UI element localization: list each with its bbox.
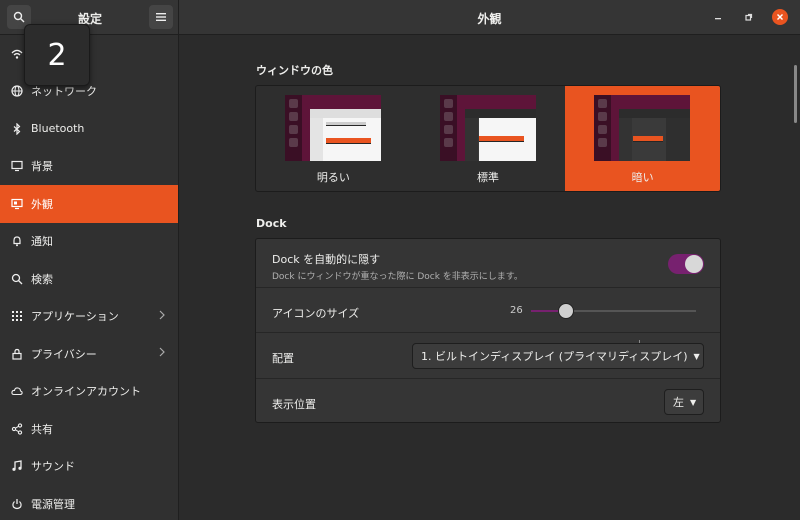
position-label: 表示位置 bbox=[272, 398, 316, 411]
icon-size-slider[interactable] bbox=[531, 303, 696, 345]
dropdown-arrow-icon: ▼ bbox=[693, 351, 700, 361]
theme-option-dark[interactable]: 暗い bbox=[565, 86, 720, 191]
window-color-chooser: 明るい 標準 暗い bbox=[255, 85, 721, 192]
chevron-right-icon bbox=[158, 347, 166, 360]
placement-label: 配置 bbox=[272, 352, 294, 365]
restore-icon bbox=[745, 13, 753, 21]
icon-size-row: アイコンのサイズ 26 bbox=[256, 288, 720, 345]
theme-preview-dark bbox=[594, 95, 691, 161]
slider-handle[interactable] bbox=[558, 303, 574, 319]
icon-size-value: 26 bbox=[510, 305, 523, 316]
autohide-label: Dock を自動的に隠す bbox=[272, 253, 381, 266]
autohide-row: Dock を自動的に隠す Dock にウィンドウが重なった際に Dock を非表… bbox=[256, 239, 720, 288]
theme-label: 明るい bbox=[316, 171, 350, 184]
sidebar-item-label: 背景 bbox=[31, 160, 53, 174]
theme-preview-light bbox=[285, 95, 381, 161]
sidebar-item-label: アプリケーション bbox=[31, 310, 119, 324]
search-icon bbox=[10, 272, 24, 286]
scrollbar[interactable] bbox=[794, 65, 797, 123]
dropdown-arrow-icon: ▼ bbox=[690, 397, 697, 407]
sidebar-item-power[interactable]: 電源管理 bbox=[0, 485, 178, 520]
sidebar-item-notifications[interactable]: 通知 bbox=[0, 223, 178, 261]
sidebar-item-label: 外観 bbox=[31, 197, 53, 211]
placement-value: 1. ビルトインディスプレイ (プライマリディスプレイ) bbox=[421, 350, 688, 363]
window-color-title: ウィンドウの色 bbox=[256, 64, 333, 77]
icon-size-label: アイコンのサイズ bbox=[272, 307, 360, 320]
minimize-icon bbox=[715, 18, 721, 20]
dock-settings-list: Dock を自動的に隠す Dock にウィンドウが重なった際に Dock を非表… bbox=[255, 238, 721, 423]
position-value: 左 bbox=[673, 396, 684, 409]
music-icon bbox=[10, 459, 24, 473]
close-icon bbox=[777, 14, 783, 20]
bluetooth-icon bbox=[10, 122, 24, 136]
maximize-button[interactable] bbox=[741, 9, 757, 25]
sidebar-item-sound[interactable]: サウンド bbox=[0, 448, 178, 486]
hamburger-icon bbox=[156, 13, 166, 21]
sidebar-item-label: オンラインアカウント bbox=[31, 385, 141, 399]
sidebar: ネットワーク Bluetooth 背景 外観 通知 検索 アプリケーション プラ… bbox=[0, 35, 179, 520]
wifi-icon bbox=[10, 47, 24, 61]
sidebar-item-privacy[interactable]: プライバシー bbox=[0, 335, 178, 373]
sidebar-item-sharing[interactable]: 共有 bbox=[0, 410, 178, 448]
bell-icon bbox=[10, 234, 24, 248]
share-icon bbox=[10, 422, 24, 436]
autohide-description: Dock にウィンドウが重なった際に Dock を非表示にします。 bbox=[272, 272, 523, 282]
sidebar-item-applications[interactable]: アプリケーション bbox=[0, 298, 178, 336]
theme-preview-standard bbox=[439, 95, 536, 161]
monitor-icon bbox=[10, 159, 24, 173]
position-row: 表示位置 左 ▼ bbox=[256, 380, 720, 425]
placement-row: 配置 1. ビルトインディスプレイ (プライマリディスプレイ) ▼ bbox=[256, 334, 720, 379]
main-panel: ウィンドウの色 明るい 標準 暗い Dock Dock を自動的に隠す Dock… bbox=[180, 35, 800, 520]
power-icon bbox=[10, 497, 24, 511]
sidebar-item-label: サウンド bbox=[31, 460, 75, 474]
workspace-indicator: 2 bbox=[24, 24, 90, 86]
theme-label: 標準 bbox=[477, 171, 499, 184]
sidebar-item-label: Bluetooth bbox=[31, 122, 85, 136]
globe-icon bbox=[10, 84, 24, 98]
search-icon bbox=[13, 11, 25, 23]
chevron-right-icon bbox=[158, 310, 166, 323]
sidebar-item-label: 共有 bbox=[31, 422, 53, 436]
sidebar-item-appearance[interactable]: 外観 bbox=[0, 185, 178, 223]
autohide-toggle[interactable] bbox=[668, 254, 704, 274]
sidebar-item-label: 通知 bbox=[31, 235, 53, 249]
dock-title: Dock bbox=[256, 217, 287, 230]
sidebar-item-label: 電源管理 bbox=[31, 497, 75, 511]
lock-icon bbox=[10, 347, 24, 361]
page-title: 外観 bbox=[477, 12, 502, 26]
cloud-icon bbox=[10, 384, 24, 398]
sidebar-item-background[interactable]: 背景 bbox=[0, 148, 178, 186]
close-button[interactable] bbox=[772, 9, 788, 25]
sidebar-item-label: プライバシー bbox=[31, 347, 97, 361]
sidebar-item-online-accounts[interactable]: オンラインアカウント bbox=[0, 373, 178, 411]
sidebar-item-bluetooth[interactable]: Bluetooth bbox=[0, 110, 178, 148]
appearance-icon bbox=[10, 197, 24, 211]
headerbar: 設定 外観 bbox=[0, 0, 800, 35]
grid-icon bbox=[10, 309, 24, 323]
theme-label: 暗い bbox=[631, 171, 654, 184]
sidebar-item-search[interactable]: 検索 bbox=[0, 260, 178, 298]
theme-option-light[interactable]: 明るい bbox=[256, 86, 411, 191]
menu-button[interactable] bbox=[149, 5, 173, 29]
position-dropdown[interactable]: 左 ▼ bbox=[664, 389, 704, 415]
minimize-button[interactable] bbox=[710, 9, 726, 25]
theme-option-standard[interactable]: 標準 bbox=[411, 86, 566, 191]
placement-dropdown[interactable]: 1. ビルトインディスプレイ (プライマリディスプレイ) ▼ bbox=[412, 343, 704, 369]
sidebar-item-label: 検索 bbox=[31, 272, 53, 286]
